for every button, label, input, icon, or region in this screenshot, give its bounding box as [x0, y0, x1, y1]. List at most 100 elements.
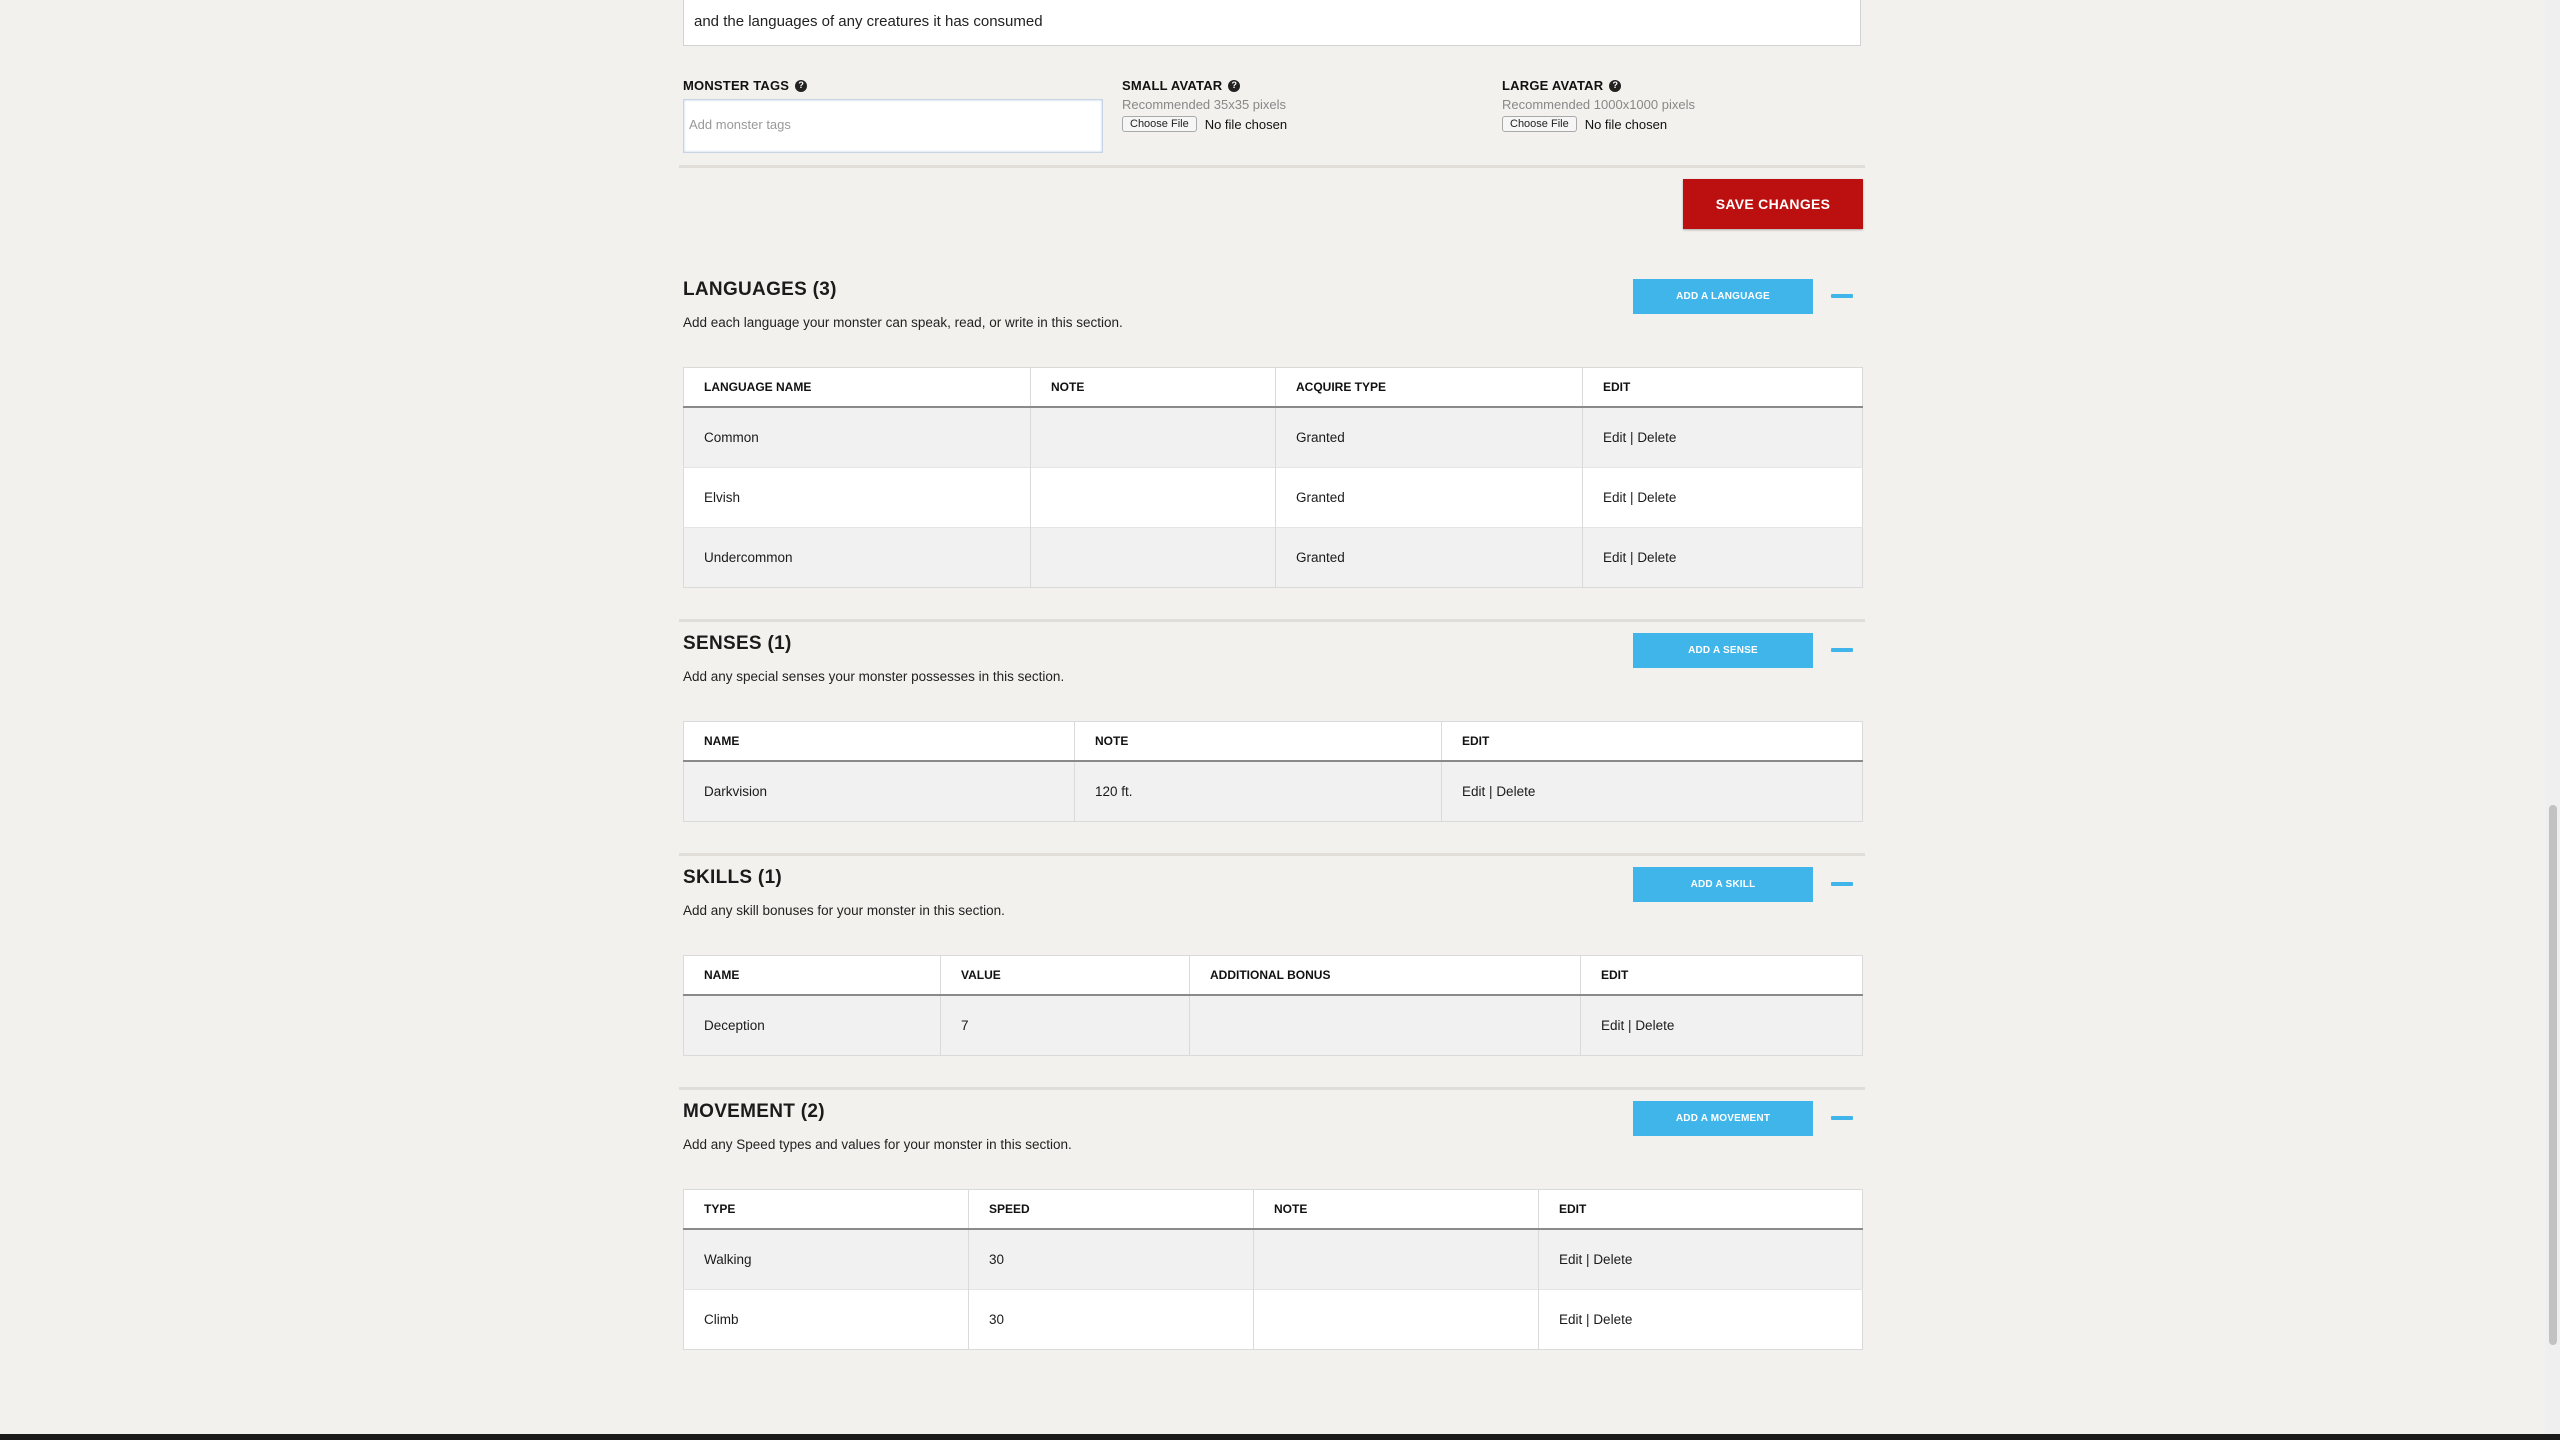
- scrollbar-thumb[interactable]: [2549, 805, 2557, 1345]
- senses-title: SENSES (1): [683, 633, 792, 654]
- column-header: NAME: [683, 955, 941, 996]
- movement-speed: 30: [968, 1228, 1254, 1290]
- language-note: [1030, 467, 1276, 528]
- movement-type: Climb: [683, 1289, 969, 1350]
- movement-table: TYPE SPEED NOTE EDIT Walking 30 Edit | D…: [683, 1189, 1863, 1350]
- column-header: LANGUAGE NAME: [683, 367, 1031, 408]
- table-row: Darkvision 120 ft. Edit | Delete: [683, 760, 1863, 822]
- language-name: Undercommon: [683, 527, 1031, 588]
- edit-link[interactable]: Edit: [1603, 430, 1626, 445]
- column-header: NAME: [683, 721, 1075, 762]
- column-header: EDIT: [1582, 367, 1863, 408]
- monster-tags-label: MONSTER TAGS ?: [683, 78, 1103, 93]
- skill-bonus: [1189, 994, 1581, 1056]
- column-header: VALUE: [940, 955, 1190, 996]
- column-header: ACQUIRE TYPE: [1275, 367, 1583, 408]
- divider: [679, 165, 1865, 168]
- add-sense-button[interactable]: ADD A SENSE: [1633, 633, 1813, 668]
- edit-link[interactable]: Edit: [1559, 1252, 1582, 1267]
- edit-cell: Edit | Delete: [1538, 1228, 1863, 1290]
- senses-table: NAME NOTE EDIT Darkvision 120 ft. Edit |…: [683, 721, 1863, 822]
- column-header: EDIT: [1441, 721, 1863, 762]
- scrollbar-track[interactable]: [2546, 0, 2560, 1434]
- monster-tags-input[interactable]: Add monster tags: [683, 99, 1103, 153]
- column-header: EDIT: [1580, 955, 1863, 996]
- add-skill-button[interactable]: ADD A SKILL: [1633, 867, 1813, 902]
- small-avatar-choose-file-button[interactable]: Choose File: [1122, 116, 1197, 132]
- delete-link[interactable]: Delete: [1637, 430, 1676, 445]
- edit-link[interactable]: Edit: [1601, 1018, 1624, 1033]
- help-icon[interactable]: ?: [795, 79, 808, 92]
- description-text: and the languages of any creatures it ha…: [694, 13, 1043, 30]
- edit-link[interactable]: Edit: [1559, 1312, 1582, 1327]
- acquire-type: Granted: [1275, 527, 1583, 588]
- collapse-icon[interactable]: [1831, 294, 1853, 298]
- edit-cell: Edit | Delete: [1582, 527, 1863, 588]
- edit-link[interactable]: Edit: [1462, 784, 1485, 799]
- column-header: NOTE: [1074, 721, 1442, 762]
- table-row: Climb 30 Edit | Delete: [683, 1289, 1863, 1350]
- languages-description-textarea[interactable]: and the languages of any creatures it ha…: [683, 0, 1861, 46]
- delete-link[interactable]: Delete: [1637, 550, 1676, 565]
- large-avatar-choose-file-button[interactable]: Choose File: [1502, 116, 1577, 132]
- senses-description: Add any special senses your monster poss…: [683, 669, 1065, 684]
- skill-name: Deception: [683, 994, 941, 1056]
- skill-value: 7: [940, 994, 1190, 1056]
- acquire-type: Granted: [1275, 467, 1583, 528]
- help-icon[interactable]: ?: [1609, 79, 1622, 92]
- column-header: EDIT: [1538, 1189, 1863, 1230]
- language-note: [1030, 406, 1276, 468]
- movement-description: Add any Speed types and values for your …: [683, 1137, 1072, 1152]
- skills-description: Add any skill bonuses for your monster i…: [683, 903, 1005, 918]
- column-header: TYPE: [683, 1189, 969, 1230]
- divider: [679, 853, 1865, 856]
- table-row: Elvish Granted Edit | Delete: [683, 467, 1863, 528]
- small-avatar-label: SMALL AVATAR ?: [1122, 78, 1287, 93]
- collapse-icon[interactable]: [1831, 1116, 1853, 1120]
- delete-link[interactable]: Delete: [1496, 784, 1535, 799]
- table-row: Walking 30 Edit | Delete: [683, 1228, 1863, 1290]
- collapse-icon[interactable]: [1831, 648, 1853, 652]
- small-avatar-note: Recommended 35x35 pixels: [1122, 97, 1287, 112]
- movement-title: MOVEMENT (2): [683, 1101, 825, 1122]
- languages-title: LANGUAGES (3): [683, 279, 837, 300]
- bottom-bar: [0, 1434, 2560, 1440]
- movement-note: [1253, 1289, 1539, 1350]
- collapse-icon[interactable]: [1831, 882, 1853, 886]
- small-avatar-file-status: No file chosen: [1204, 116, 1288, 132]
- large-avatar-file-status: No file chosen: [1584, 116, 1668, 132]
- divider: [679, 619, 1865, 622]
- divider: [679, 1087, 1865, 1090]
- edit-link[interactable]: Edit: [1603, 490, 1626, 505]
- skills-title: SKILLS (1): [683, 867, 783, 888]
- monster-tags-field: MONSTER TAGS ? Add monster tags: [683, 78, 1103, 153]
- delete-link[interactable]: Delete: [1593, 1312, 1632, 1327]
- add-language-button[interactable]: ADD A LANGUAGE: [1633, 279, 1813, 314]
- delete-link[interactable]: Delete: [1637, 490, 1676, 505]
- column-header: NOTE: [1030, 367, 1276, 408]
- languages-table: LANGUAGE NAME NOTE ACQUIRE TYPE EDIT Com…: [683, 367, 1863, 588]
- acquire-type: Granted: [1275, 406, 1583, 468]
- language-name: Elvish: [683, 467, 1031, 528]
- sense-note: 120 ft.: [1074, 760, 1442, 822]
- edit-link[interactable]: Edit: [1603, 550, 1626, 565]
- edit-cell: Edit | Delete: [1538, 1289, 1863, 1350]
- delete-link[interactable]: Delete: [1635, 1018, 1674, 1033]
- column-header: SPEED: [968, 1189, 1254, 1230]
- large-avatar-note: Recommended 1000x1000 pixels: [1502, 97, 1695, 112]
- column-header: ADDITIONAL BONUS: [1189, 955, 1581, 996]
- help-icon[interactable]: ?: [1228, 79, 1241, 92]
- edit-cell: Edit | Delete: [1582, 467, 1863, 528]
- large-avatar-label: LARGE AVATAR ?: [1502, 78, 1695, 93]
- edit-cell: Edit | Delete: [1582, 406, 1863, 468]
- table-row: Common Granted Edit | Delete: [683, 406, 1863, 468]
- movement-type: Walking: [683, 1228, 969, 1290]
- add-movement-button[interactable]: ADD A MOVEMENT: [1633, 1101, 1813, 1136]
- table-row: Deception 7 Edit | Delete: [683, 994, 1863, 1056]
- small-avatar-field: SMALL AVATAR ? Recommended 35x35 pixels …: [1122, 78, 1287, 132]
- edit-cell: Edit | Delete: [1441, 760, 1863, 822]
- column-header: NOTE: [1253, 1189, 1539, 1230]
- language-name: Common: [683, 406, 1031, 468]
- save-changes-button[interactable]: SAVE CHANGES: [1683, 179, 1863, 229]
- delete-link[interactable]: Delete: [1593, 1252, 1632, 1267]
